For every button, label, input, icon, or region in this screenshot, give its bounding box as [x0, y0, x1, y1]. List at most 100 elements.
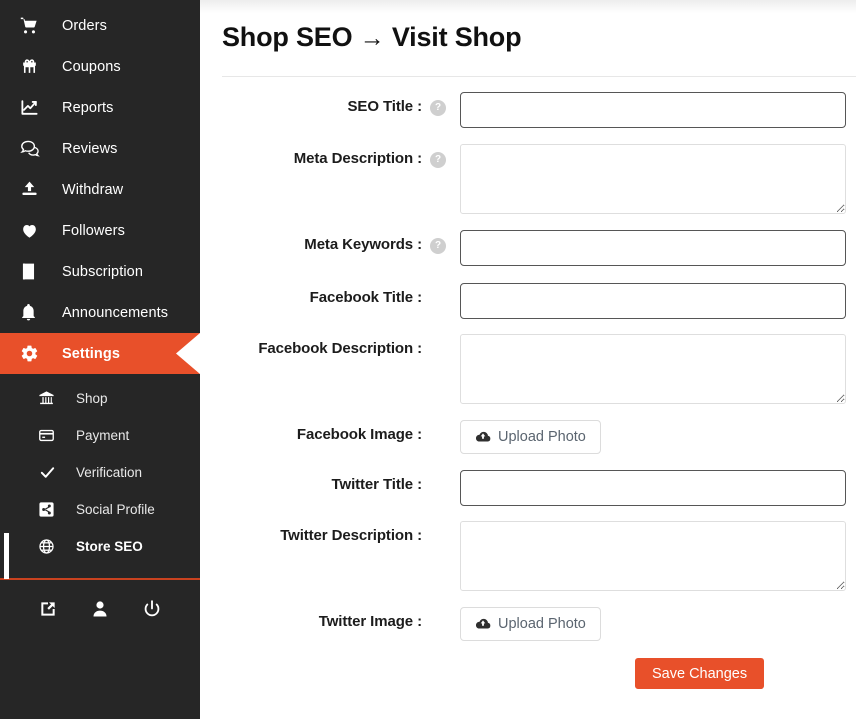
sidebar-item-label: Followers: [62, 222, 125, 239]
field-row-facebook-description: Facebook Description :: [200, 334, 856, 404]
sidebar-subitem-label: Store SEO: [76, 539, 143, 554]
sidebar-item-label: Withdraw: [62, 181, 124, 198]
credit-card-icon: [38, 427, 64, 444]
meta-description-field-wrap: [460, 144, 846, 214]
sidebar-item-orders[interactable]: Orders: [0, 5, 200, 46]
twitter-description-label: Twitter Description :: [280, 527, 422, 544]
meta-description-help-icon[interactable]: ?: [430, 152, 446, 168]
field-row-twitter-image: Twitter Image : Upload Photo: [200, 607, 856, 641]
twitter-image-label: Twitter Image :: [318, 613, 422, 630]
facebook-description-textarea[interactable]: [460, 334, 846, 404]
sidebar-item-reports[interactable]: Reports: [0, 87, 200, 128]
comments-icon: [20, 139, 50, 158]
bank-icon: [38, 390, 64, 407]
heart-icon: [20, 221, 50, 240]
facebook-upload-photo-label: Upload Photo: [498, 429, 586, 445]
sidebar: Orders Coupons Reports Reviews Withdraw …: [0, 0, 200, 719]
sidebar-item-subscription[interactable]: Subscription: [0, 251, 200, 292]
sidebar-item-label: Settings: [62, 345, 120, 362]
user-icon[interactable]: [91, 599, 109, 619]
field-row-twitter-title: Twitter Title :: [200, 470, 856, 506]
meta-description-label: Meta Description :: [293, 150, 422, 167]
gear-icon: [20, 344, 50, 363]
header-divider: [222, 76, 856, 77]
page-title: Shop SEO → Visit Shop: [222, 22, 522, 53]
seo-title-help-icon[interactable]: ?: [430, 100, 446, 116]
field-row-twitter-description: Twitter Description :: [200, 521, 856, 591]
sidebar-subitem-payment[interactable]: Payment: [0, 417, 200, 454]
seo-title-label: SEO Title :: [347, 98, 423, 115]
twitter-title-input[interactable]: [460, 470, 846, 506]
sidebar-subitem-verification[interactable]: Verification: [0, 454, 200, 491]
facebook-description-label: Facebook Description :: [258, 340, 422, 357]
book-icon: [20, 262, 50, 281]
sidebar-item-label: Reports: [62, 99, 114, 116]
facebook-title-label: Facebook Title :: [309, 289, 422, 306]
twitter-image-field-wrap: Upload Photo: [460, 607, 601, 641]
twitter-upload-photo-button[interactable]: Upload Photo: [460, 607, 601, 641]
field-row-seo-title: SEO Title : ?: [200, 92, 856, 128]
cloud-upload-icon: [475, 430, 491, 444]
sidebar-item-withdraw[interactable]: Withdraw: [0, 169, 200, 210]
seo-title-input[interactable]: [460, 92, 846, 128]
page-title-text: Shop SEO: [222, 22, 353, 52]
sidebar-item-label: Reviews: [62, 140, 118, 157]
facebook-image-field-wrap: Upload Photo: [460, 420, 601, 454]
globe-icon: [38, 538, 64, 555]
sidebar-subitem-label: Shop: [76, 391, 108, 406]
sidebar-item-label: Orders: [62, 17, 107, 34]
twitter-title-label: Twitter Title :: [331, 476, 423, 493]
main-content: Shop SEO → Visit Shop SEO Title : ? Meta…: [200, 0, 856, 719]
sidebar-subitem-label: Payment: [76, 428, 130, 443]
current-subitem-indicator: [4, 533, 9, 579]
meta-keywords-field-wrap: [460, 230, 846, 266]
visit-shop-link[interactable]: Visit Shop: [392, 22, 522, 52]
facebook-description-field-wrap: [460, 334, 846, 404]
field-row-meta-keywords: Meta Keywords : ?: [200, 230, 856, 266]
facebook-title-input[interactable]: [460, 283, 846, 319]
upload-icon: [20, 180, 50, 199]
field-row-facebook-title: Facebook Title :: [200, 283, 856, 319]
sidebar-item-reviews[interactable]: Reviews: [0, 128, 200, 169]
bell-icon: [20, 303, 50, 322]
sidebar-item-label: Coupons: [62, 58, 121, 75]
field-row-facebook-image: Facebook Image : Upload Photo: [200, 420, 856, 454]
seo-title-field-wrap: [460, 92, 846, 128]
sidebar-item-settings[interactable]: Settings: [0, 333, 200, 374]
meta-keywords-input[interactable]: [460, 230, 846, 266]
sidebar-item-label: Announcements: [62, 304, 169, 321]
chart-line-icon: [20, 98, 50, 117]
shopping-cart-icon: [20, 16, 50, 35]
sidebar-item-announcements[interactable]: Announcements: [0, 292, 200, 333]
active-indicator-chevron: [176, 333, 200, 374]
sidebar-item-label: Subscription: [62, 263, 143, 280]
facebook-image-label: Facebook Image :: [296, 426, 422, 443]
meta-keywords-help-icon[interactable]: ?: [430, 238, 446, 254]
sidebar-footer: [0, 580, 200, 638]
share-icon: [38, 501, 64, 518]
meta-description-textarea[interactable]: [460, 144, 846, 214]
sidebar-subitem-shop[interactable]: Shop: [0, 380, 200, 417]
field-row-meta-description: Meta Description : ?: [200, 144, 856, 214]
twitter-title-field-wrap: [460, 470, 846, 506]
facebook-title-field-wrap: [460, 283, 846, 319]
power-off-icon[interactable]: [142, 599, 162, 619]
save-changes-button[interactable]: Save Changes: [635, 658, 765, 689]
cloud-upload-icon: [475, 617, 491, 631]
twitter-upload-photo-label: Upload Photo: [498, 616, 586, 632]
sidebar-item-coupons[interactable]: Coupons: [0, 46, 200, 87]
sidebar-subitem-store-seo[interactable]: Store SEO: [0, 528, 200, 579]
twitter-description-field-wrap: [460, 521, 846, 591]
sidebar-subitem-label: Social Profile: [76, 502, 155, 517]
arrow-right-icon: →: [359, 24, 385, 52]
sidebar-subitem-label: Verification: [76, 465, 143, 480]
gift-icon: [20, 57, 50, 76]
meta-keywords-label: Meta Keywords :: [304, 236, 422, 253]
facebook-upload-photo-button[interactable]: Upload Photo: [460, 420, 601, 454]
sidebar-item-followers[interactable]: Followers: [0, 210, 200, 251]
check-icon: [38, 464, 64, 481]
top-gradient-strip: [200, 0, 856, 13]
sidebar-subitem-social-profile[interactable]: Social Profile: [0, 491, 200, 528]
external-link-icon[interactable]: [38, 599, 58, 619]
twitter-description-textarea[interactable]: [460, 521, 846, 591]
